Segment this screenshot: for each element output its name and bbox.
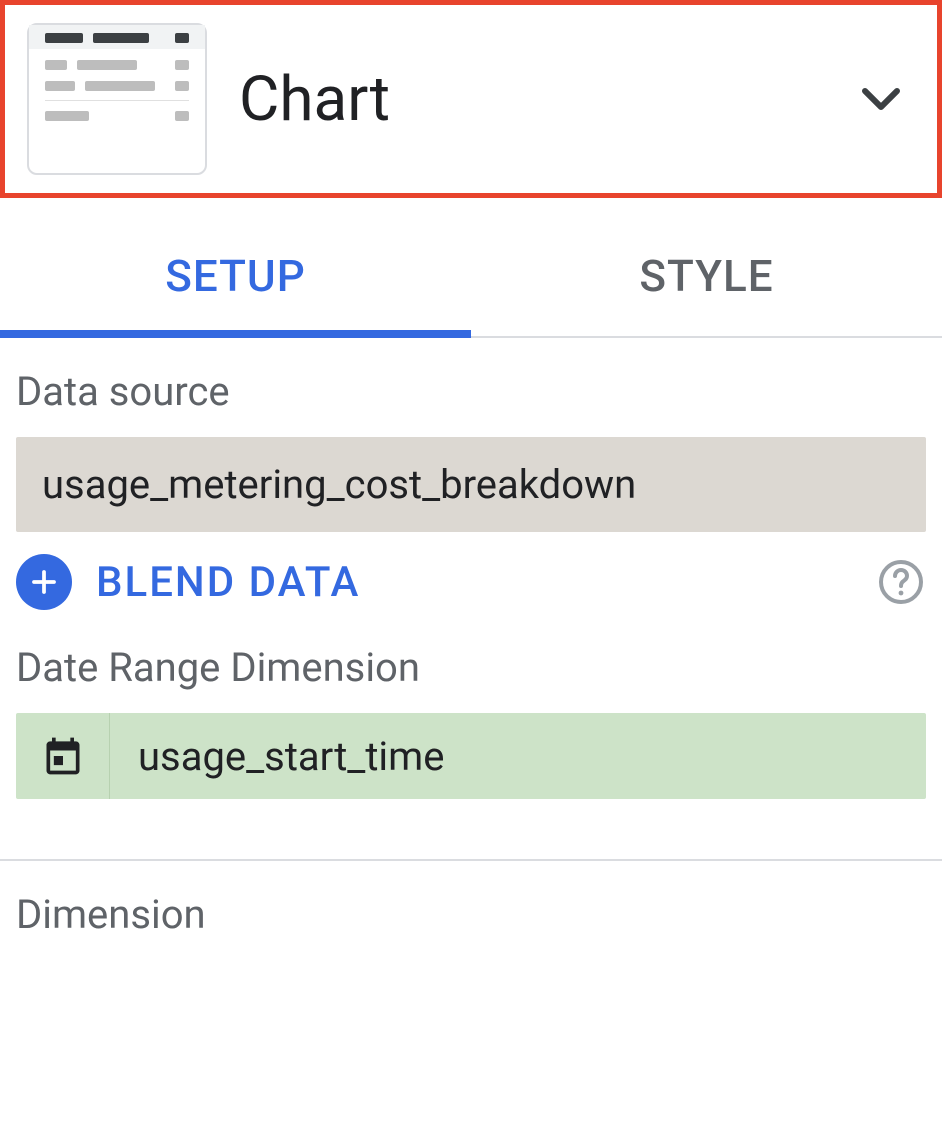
add-blend-button[interactable] bbox=[16, 554, 72, 610]
tab-setup[interactable]: SETUP bbox=[0, 220, 471, 338]
config-tabs: SETUP STYLE bbox=[0, 220, 942, 338]
table-chart-icon bbox=[27, 23, 207, 175]
calendar-icon bbox=[16, 713, 110, 799]
date-range-field-label: usage_start_time bbox=[110, 713, 444, 799]
tab-style[interactable]: STYLE bbox=[471, 220, 942, 338]
chevron-down-icon bbox=[853, 71, 909, 127]
chart-type-label: Chart bbox=[239, 63, 821, 136]
blend-data-button[interactable]: BLEND DATA bbox=[96, 558, 852, 607]
help-icon[interactable] bbox=[876, 557, 926, 607]
data-source-section: Data source usage_metering_cost_breakdow… bbox=[0, 338, 942, 799]
date-range-label: Date Range Dimension bbox=[16, 644, 926, 691]
dimension-label: Dimension bbox=[16, 891, 926, 938]
data-source-chip[interactable]: usage_metering_cost_breakdown bbox=[16, 437, 926, 532]
date-range-field-chip[interactable]: usage_start_time bbox=[16, 713, 926, 799]
data-source-label: Data source bbox=[16, 368, 926, 415]
dimension-section: Dimension bbox=[0, 861, 942, 980]
chart-type-selector[interactable]: Chart bbox=[0, 0, 942, 198]
